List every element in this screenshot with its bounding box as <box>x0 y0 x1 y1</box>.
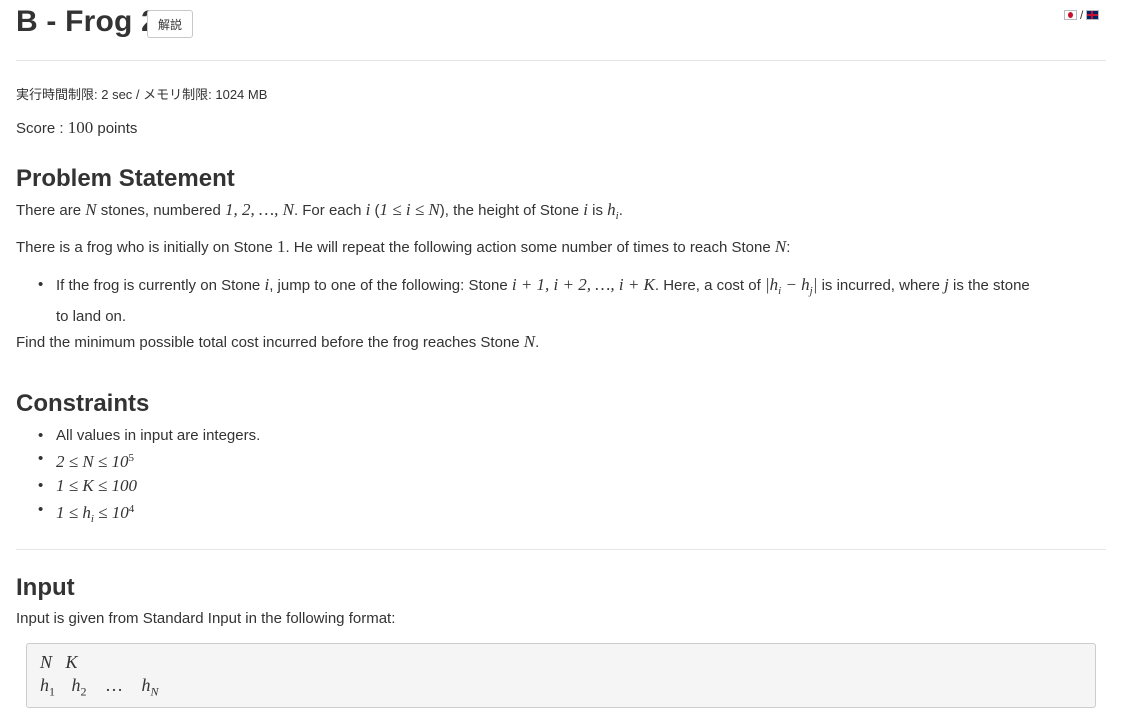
divider <box>16 60 1106 61</box>
constraints-list: All values in input are integers. 2 ≤ N … <box>16 424 260 531</box>
page-title: B - Frog 2 <box>16 5 158 38</box>
list-item: If the frog is currently on Stone i, jum… <box>16 272 1106 329</box>
list-item: 2 ≤ N ≤ 105 <box>16 447 260 474</box>
statement-paragraph-1: There are N stones, numbered 1, 2, …, N.… <box>16 200 623 222</box>
action-list: If the frog is currently on Stone i, jum… <box>16 272 1106 329</box>
score-value: 100 <box>67 118 94 137</box>
input-heading: Input <box>16 574 75 601</box>
score-text: Score : 100 points <box>16 118 138 137</box>
list-item: 1 ≤ hi ≤ 104 <box>16 498 260 531</box>
statement-paragraph-2: There is a frog who is initially on Ston… <box>16 237 791 256</box>
editorial-button[interactable]: 解説 <box>147 10 194 38</box>
limits-text: 実行時間制限: 2 sec / メモリ制限: 1024 MB <box>16 87 268 102</box>
constraints-heading: Constraints <box>16 390 150 417</box>
english-flag-icon[interactable] <box>1086 10 1100 20</box>
language-separator: / <box>1080 8 1084 22</box>
list-item: 1 ≤ K ≤ 100 <box>16 474 260 498</box>
format-line-1: N K <box>40 652 78 672</box>
list-item: All values in input are integers. <box>16 424 260 447</box>
input-format-block: N K h1 h2 … hN <box>26 643 1096 708</box>
statement-paragraph-3: Find the minimum possible total cost inc… <box>16 332 540 351</box>
japanese-flag-icon[interactable] <box>1064 10 1077 20</box>
divider <box>16 549 1106 550</box>
language-switcher: / <box>1064 8 1100 22</box>
format-line-2: h1 h2 … hN <box>40 675 159 699</box>
input-description: Input is given from Standard Input in th… <box>16 610 396 627</box>
statement-heading: Problem Statement <box>16 165 235 192</box>
